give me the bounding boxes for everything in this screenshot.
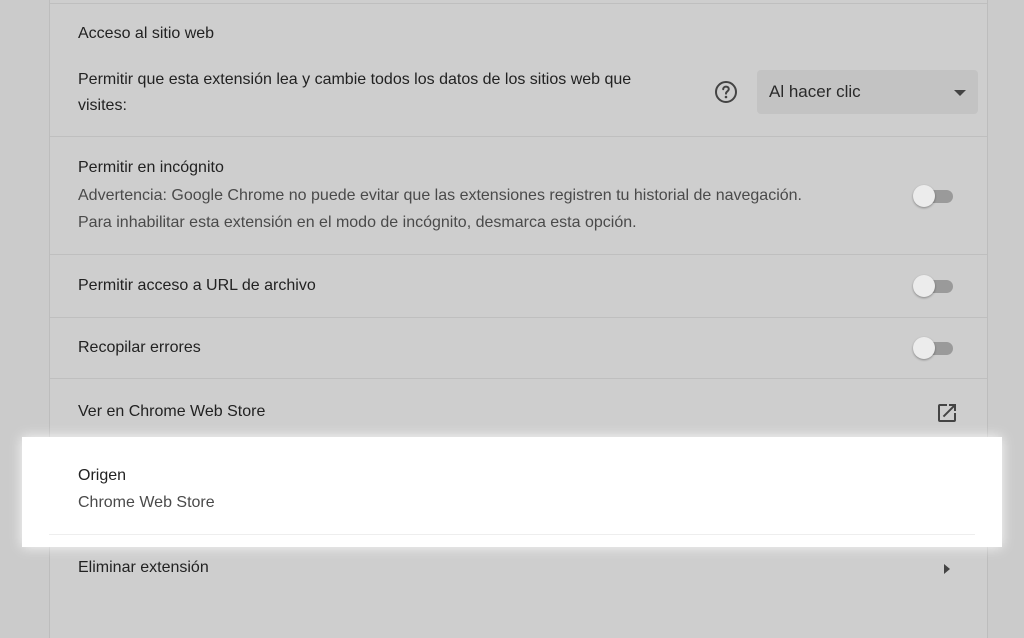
file-url-title: Permitir acceso a URL de archivo [78,277,316,294]
origin-highlight: Origen Chrome Web Store [22,437,1002,547]
origin-divider [49,534,975,535]
errors-row: Recopilar errores [50,318,987,379]
toggle-knob [913,275,935,297]
site-access-description-cont: visites: [78,97,127,114]
site-access-description: Permitir que esta extensión lea y cambie… [78,71,632,88]
incognito-warning-line2: Para inhabilitar esta extensión en el mo… [78,214,637,231]
origin-title: Origen [78,467,127,484]
remove-title: Eliminar extensión [78,559,209,576]
file-url-row: Permitir acceso a URL de archivo [50,255,987,318]
site-access-row: Acceso al sitio web Permitir que esta ex… [50,4,987,137]
site-access-select-value: Al hacer clic [769,82,861,101]
chevron-down-icon [954,90,966,96]
web-store-row[interactable]: Ver en Chrome Web Store [50,379,987,443]
toggle-knob [913,185,935,207]
incognito-row: Permitir en incógnito Advertencia: Googl… [50,137,987,255]
chevron-right-icon [944,564,950,574]
incognito-toggle[interactable] [913,184,953,208]
origin-value: Chrome Web Store [78,494,215,511]
toggle-knob [913,337,935,359]
file-url-toggle[interactable] [913,274,953,298]
site-access-title: Acceso al sitio web [78,25,215,42]
errors-toggle[interactable] [913,336,953,360]
open-in-new-icon[interactable] [935,401,959,425]
web-store-title: Ver en Chrome Web Store [78,403,266,420]
site-access-select[interactable]: Al hacer clic [757,70,978,114]
errors-title: Recopilar errores [78,339,201,356]
incognito-title: Permitir en incógnito [78,159,224,176]
help-icon[interactable] [714,80,738,104]
remove-row[interactable]: Eliminar extensión [50,547,987,597]
incognito-warning-line1: Advertencia: Google Chrome no puede evit… [78,187,802,204]
